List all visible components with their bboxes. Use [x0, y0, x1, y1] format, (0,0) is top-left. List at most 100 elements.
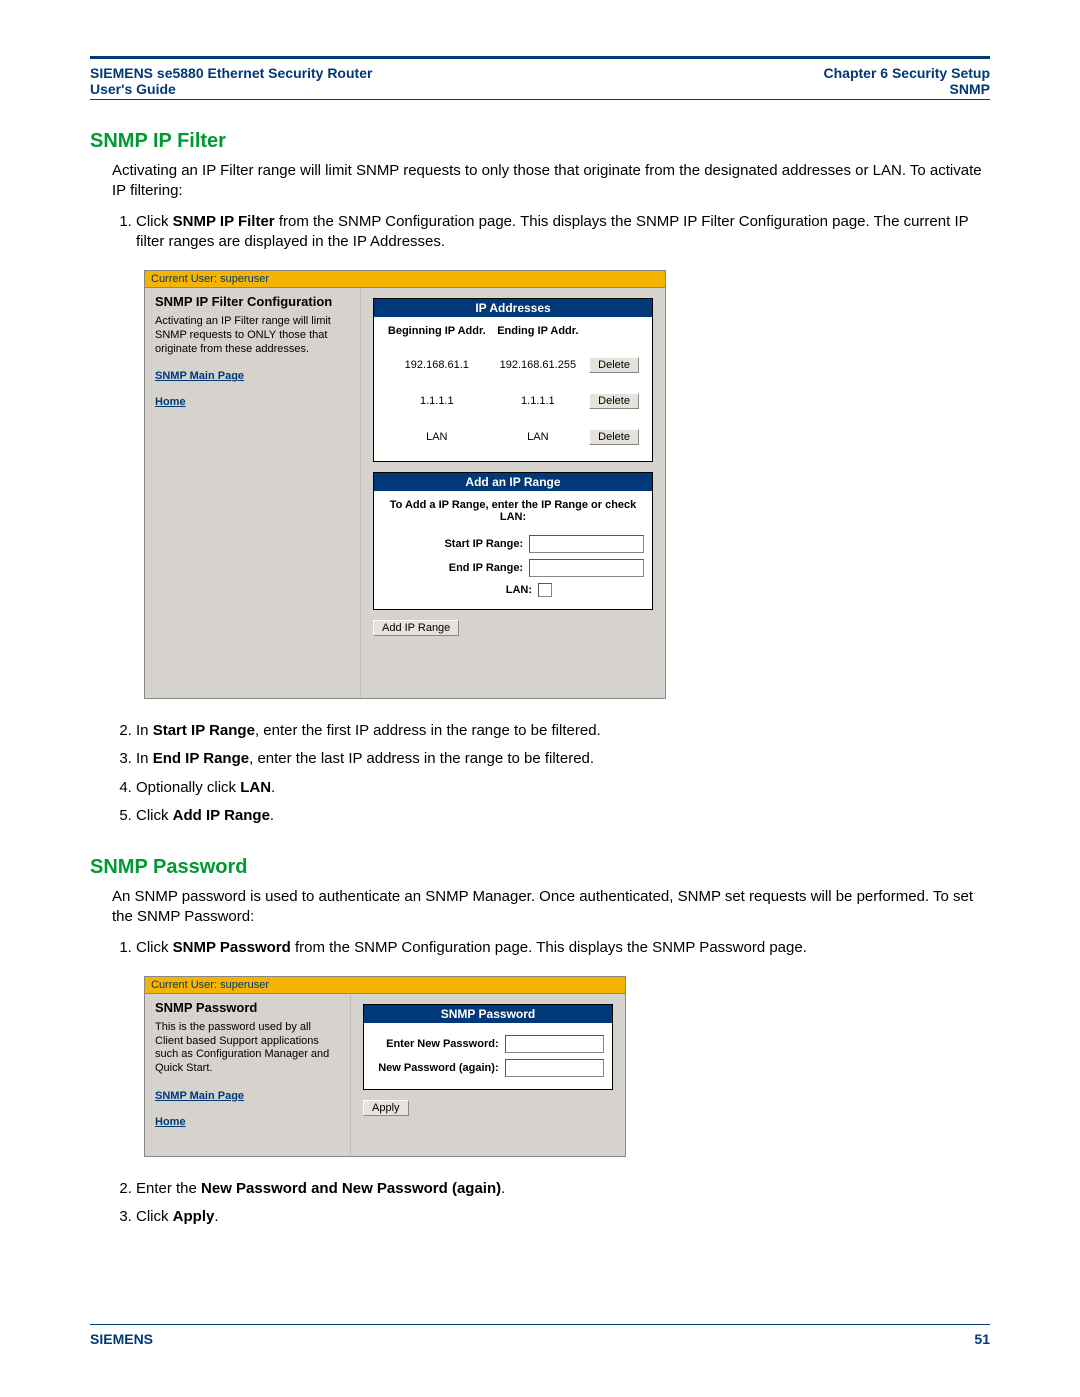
- screenshot-body: SNMP Password This is the password used …: [145, 994, 625, 1156]
- text: Click: [136, 213, 173, 230]
- page-header: SIEMENS se5880 Ethernet Security Router …: [90, 61, 990, 99]
- delete-button[interactable]: Delete: [589, 429, 639, 445]
- label-lan: LAN:: [382, 584, 538, 596]
- steps-password-cont: Enter the New Password and New Password …: [136, 1179, 990, 1228]
- main-panel: IP Addresses Beginning IP Addr. Ending I…: [361, 288, 665, 648]
- header-left: SIEMENS se5880 Ethernet Security Router …: [90, 65, 372, 97]
- add-ip-range-box: Add an IP Range To Add a IP Range, enter…: [373, 472, 653, 610]
- col-begin: Beginning IP Addr.: [382, 323, 492, 347]
- text-bold: Apply: [173, 1208, 215, 1225]
- ip-addresses-header: IP Addresses: [374, 299, 652, 317]
- text: Click: [136, 1208, 173, 1225]
- step-2: Enter the New Password and New Password …: [136, 1179, 990, 1199]
- cell-end: 192.168.61.255: [492, 347, 585, 383]
- intro-ip-filter: Activating an IP Filter range will limit…: [112, 161, 990, 202]
- add-ip-instruction: To Add a IP Range, enter the IP Range or…: [382, 497, 644, 529]
- current-user-bar: Current User: superuser: [145, 977, 625, 994]
- new-password-input[interactable]: [505, 1035, 604, 1053]
- step-1: Click SNMP Password from the SNMP Config…: [136, 938, 990, 958]
- current-user-bar: Current User: superuser: [145, 271, 665, 288]
- delete-button[interactable]: Delete: [589, 393, 639, 409]
- form-row-start: Start IP Range:: [382, 535, 644, 553]
- text: .: [270, 807, 274, 824]
- page-number: 51: [974, 1331, 990, 1347]
- side-description: Activating an IP Filter range will limit…: [155, 315, 350, 356]
- ip-addresses-body: Beginning IP Addr. Ending IP Addr. 192.1…: [374, 317, 652, 461]
- ip-addresses-box: IP Addresses Beginning IP Addr. Ending I…: [373, 298, 653, 462]
- delete-button[interactable]: Delete: [589, 357, 639, 373]
- step-3: In End IP Range, enter the last IP addre…: [136, 749, 990, 769]
- screenshot-password: Current User: superuser SNMP Password Th…: [144, 976, 626, 1157]
- link-snmp-main[interactable]: SNMP Main Page: [155, 370, 350, 382]
- page-footer: SIEMENS 51: [90, 1324, 990, 1347]
- header-subtitle: User's Guide: [90, 81, 372, 97]
- text: from the SNMP Configuration page. This d…: [291, 939, 807, 956]
- side-title: SNMP Password: [155, 1000, 340, 1015]
- cell-begin: 1.1.1.1: [382, 383, 492, 419]
- footer-row: SIEMENS 51: [90, 1325, 990, 1347]
- cell-begin: 192.168.61.1: [382, 347, 492, 383]
- link-snmp-main[interactable]: SNMP Main Page: [155, 1090, 340, 1102]
- table-row: 1.1.1.1 1.1.1.1 Delete: [382, 383, 644, 419]
- cell-end: 1.1.1.1: [492, 383, 585, 419]
- cell-end: LAN: [492, 419, 585, 455]
- text: In: [136, 750, 153, 767]
- col-end: Ending IP Addr.: [492, 323, 585, 347]
- text: , enter the last IP address in the range…: [249, 750, 594, 767]
- table-header-row: Beginning IP Addr. Ending IP Addr.: [382, 323, 644, 347]
- step-2: In Start IP Range, enter the first IP ad…: [136, 721, 990, 741]
- header-section: SNMP: [824, 81, 991, 97]
- form-row-password-again: New Password (again):: [372, 1059, 604, 1077]
- text-bold: LAN: [240, 779, 271, 796]
- header-right: Chapter 6 Security Setup SNMP: [824, 65, 991, 97]
- add-ip-range-button[interactable]: Add IP Range: [373, 620, 459, 636]
- link-home[interactable]: Home: [155, 1116, 340, 1128]
- add-ip-range-body: To Add a IP Range, enter the IP Range or…: [374, 491, 652, 609]
- ip-table: Beginning IP Addr. Ending IP Addr. 192.1…: [382, 323, 644, 455]
- link-home[interactable]: Home: [155, 396, 350, 408]
- snmp-password-header: SNMP Password: [364, 1005, 612, 1023]
- intro-password: An SNMP password is used to authenticate…: [112, 887, 990, 928]
- end-ip-input[interactable]: [529, 559, 644, 577]
- label-password-again: New Password (again):: [372, 1062, 505, 1074]
- screenshot-body: SNMP IP Filter Configuration Activating …: [145, 288, 665, 698]
- text: In: [136, 722, 153, 739]
- main-panel: SNMP Password Enter New Password: New Pa…: [351, 994, 625, 1128]
- screenshot-ip-filter: Current User: superuser SNMP IP Filter C…: [144, 270, 666, 699]
- header-title: SIEMENS se5880 Ethernet Security Router: [90, 65, 372, 81]
- col-action: [584, 323, 644, 347]
- apply-button[interactable]: Apply: [363, 1100, 409, 1116]
- side-title: SNMP IP Filter Configuration: [155, 294, 350, 309]
- side-panel: SNMP IP Filter Configuration Activating …: [145, 288, 361, 698]
- form-row-lan: LAN:: [382, 583, 644, 597]
- text: .: [214, 1208, 218, 1225]
- text: Enter the: [136, 1180, 201, 1197]
- snmp-password-body: Enter New Password: New Password (again)…: [364, 1023, 612, 1089]
- text: Optionally click: [136, 779, 240, 796]
- header-chapter: Chapter 6 Security Setup: [824, 65, 991, 81]
- snmp-password-box: SNMP Password Enter New Password: New Pa…: [363, 1004, 613, 1090]
- cell-begin: LAN: [382, 419, 492, 455]
- text-bold: Start IP Range: [153, 722, 255, 739]
- steps-ip-filter: Click SNMP IP Filter from the SNMP Confi…: [136, 212, 990, 253]
- lan-checkbox[interactable]: [538, 583, 552, 597]
- text-bold: Add IP Range: [173, 807, 270, 824]
- text-bold: New Password and New Password (again): [201, 1180, 501, 1197]
- footer-brand: SIEMENS: [90, 1331, 153, 1347]
- text-bold: End IP Range: [153, 750, 249, 767]
- label-end-ip: End IP Range:: [382, 562, 529, 574]
- text-bold: SNMP Password: [173, 939, 291, 956]
- text-bold: SNMP IP Filter: [173, 213, 275, 230]
- start-ip-input[interactable]: [529, 535, 644, 553]
- text: , enter the first IP address in the rang…: [255, 722, 601, 739]
- password-again-input[interactable]: [505, 1059, 604, 1077]
- step-1: Click SNMP IP Filter from the SNMP Confi…: [136, 212, 990, 253]
- table-row: LAN LAN Delete: [382, 419, 644, 455]
- label-start-ip: Start IP Range:: [382, 538, 529, 550]
- steps-password: Click SNMP Password from the SNMP Config…: [136, 938, 990, 958]
- form-row-end: End IP Range:: [382, 559, 644, 577]
- steps-ip-filter-cont: In Start IP Range, enter the first IP ad…: [136, 721, 990, 826]
- page: SIEMENS se5880 Ethernet Security Router …: [0, 0, 1080, 1397]
- side-panel: SNMP Password This is the password used …: [145, 994, 351, 1156]
- text: .: [271, 779, 275, 796]
